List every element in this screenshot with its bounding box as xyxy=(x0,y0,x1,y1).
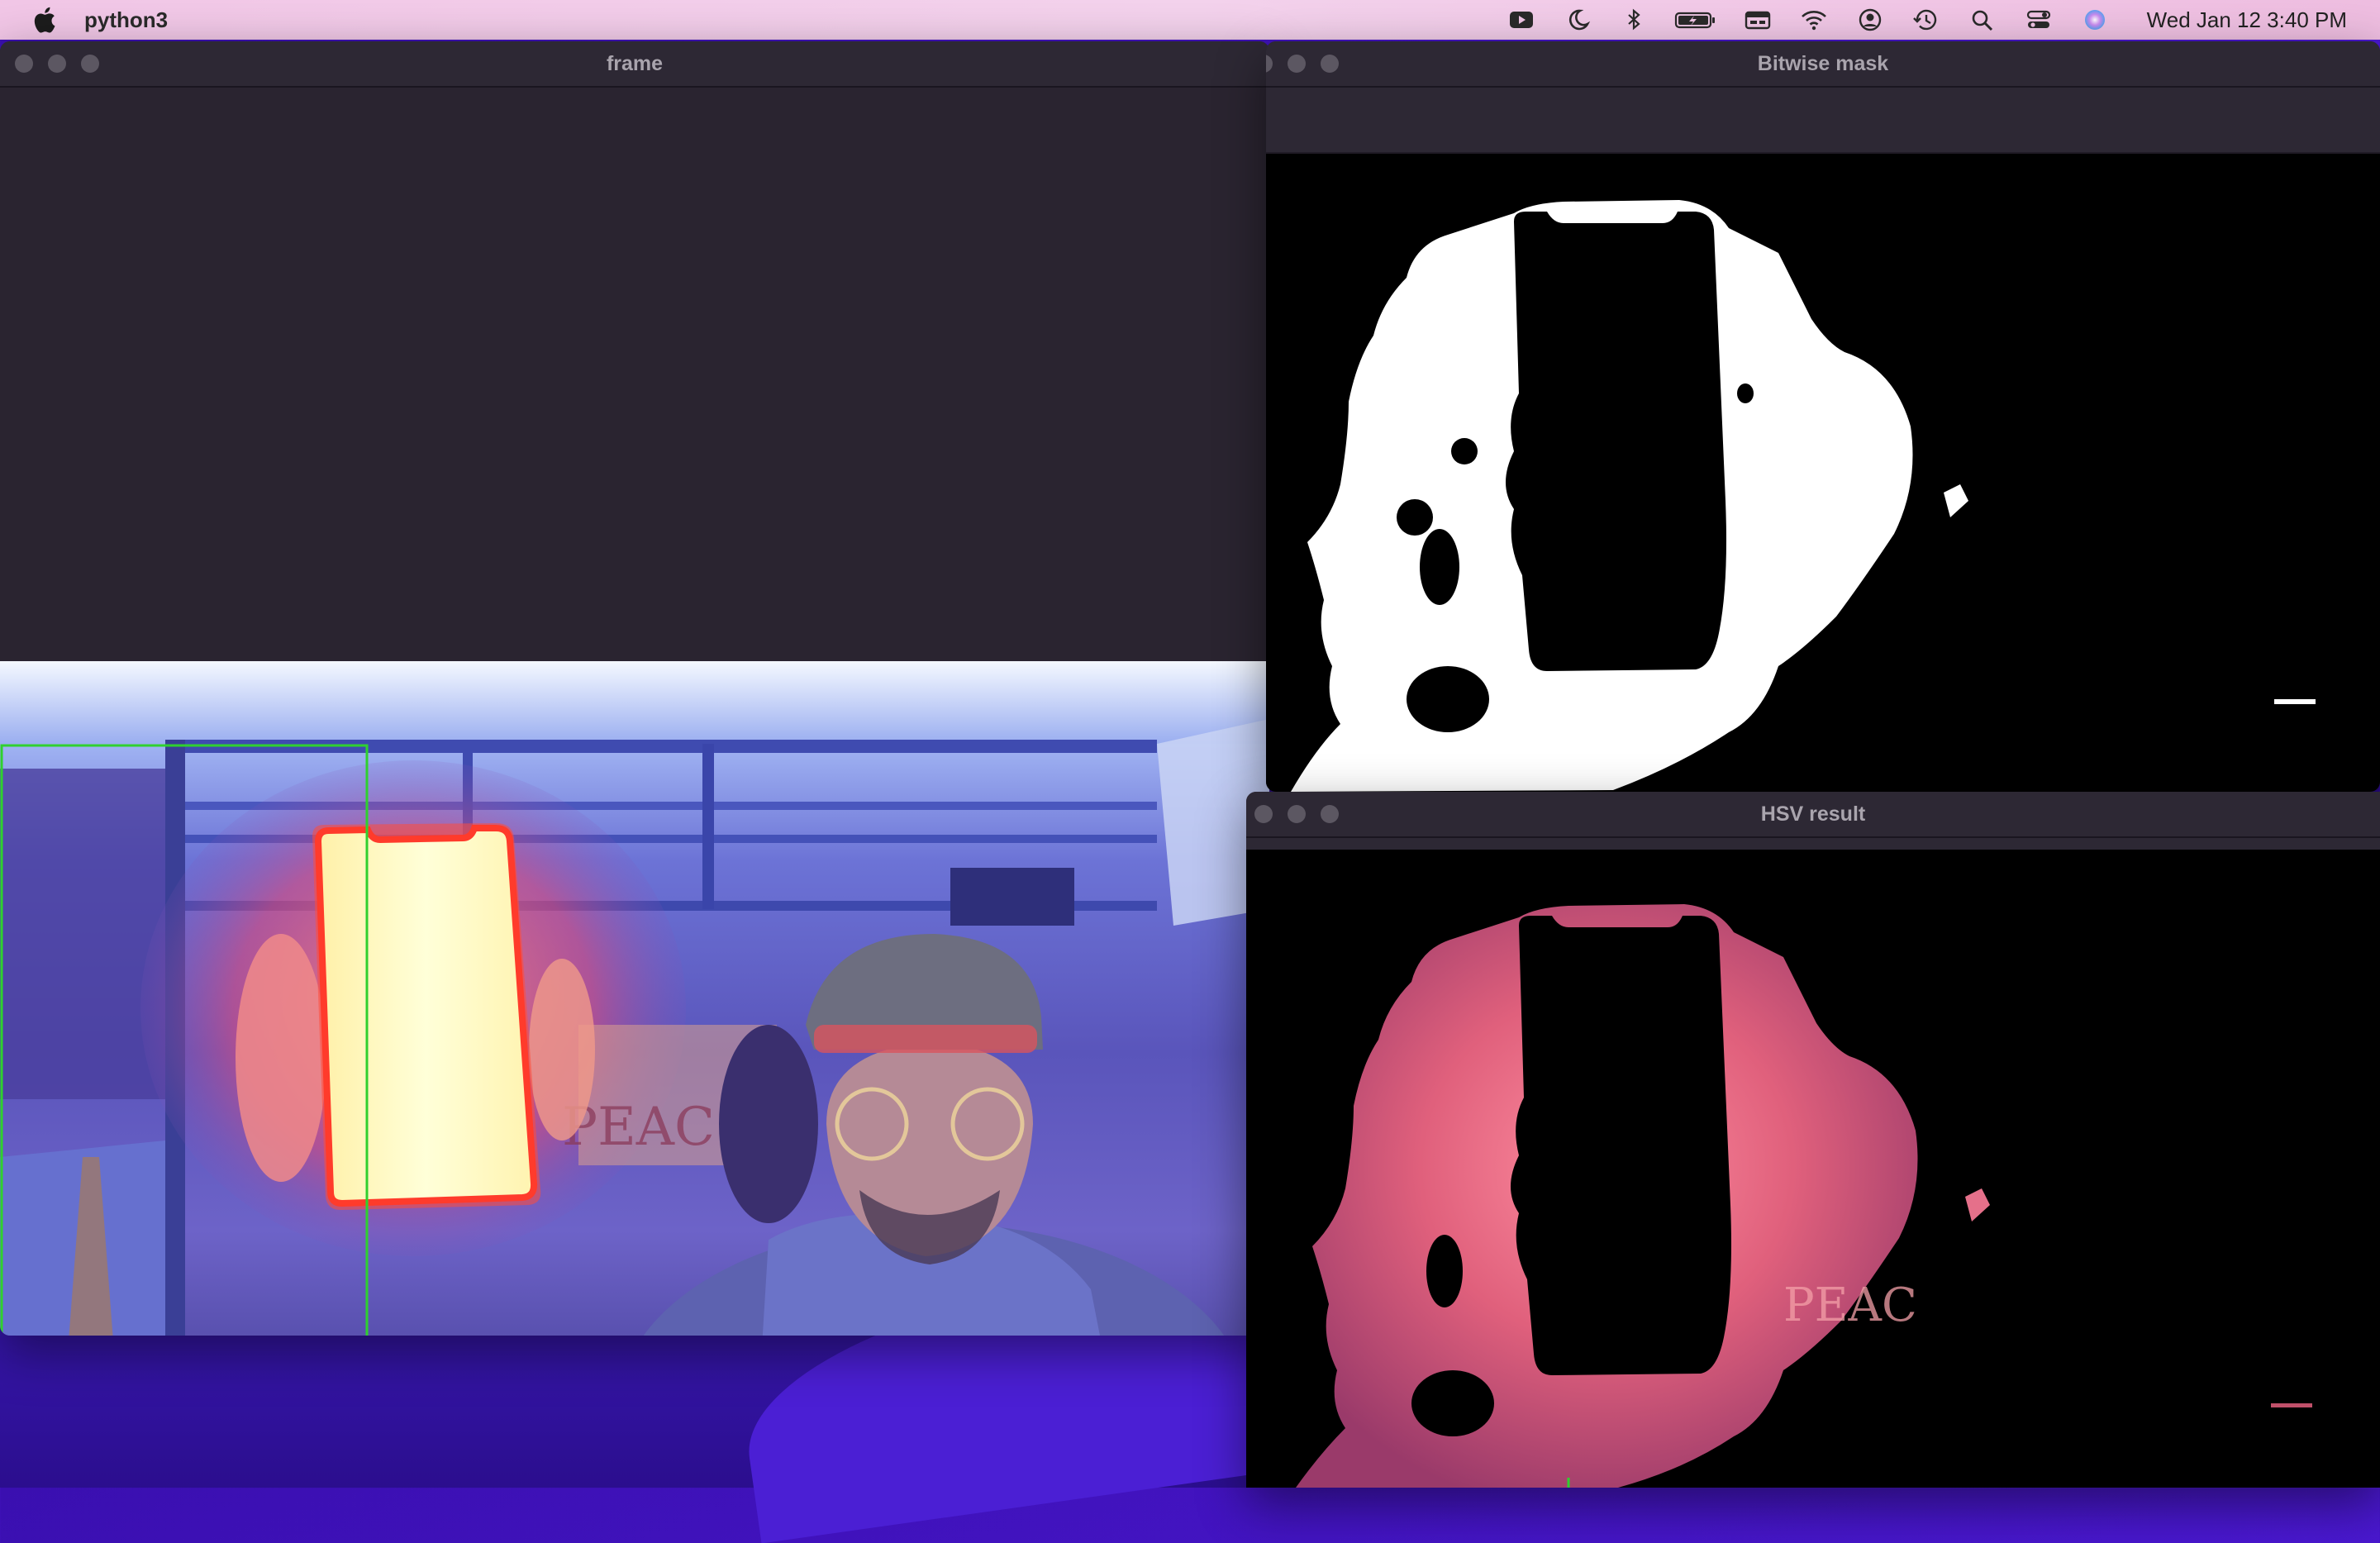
mask-blob xyxy=(1291,200,2316,792)
close-button[interactable] xyxy=(1266,55,1273,73)
keyboard-icon[interactable] xyxy=(1742,7,1773,32)
app-name-menu[interactable]: python3 xyxy=(84,7,168,33)
frame-window: frame PEAC xyxy=(0,41,1269,1336)
webcam-scene: PEAC xyxy=(0,661,1269,1336)
video-camera-icon[interactable] xyxy=(1506,7,1537,32)
minimize-button[interactable] xyxy=(1288,805,1306,823)
hsv-result-window: HSV result PEAC xyxy=(1246,792,2380,1488)
search-icon[interactable] xyxy=(1967,7,1998,32)
minimize-button[interactable] xyxy=(1288,55,1306,73)
moon-icon[interactable] xyxy=(1562,7,1593,32)
window-title: HSV result xyxy=(1760,802,1866,826)
minimize-button[interactable] xyxy=(48,55,66,73)
user-icon[interactable] xyxy=(1854,7,1886,32)
bitwise-mask-window: Bitwise mask xyxy=(1266,41,2380,792)
window-controls xyxy=(15,41,99,86)
hsv-result-titlebar[interactable]: HSV result xyxy=(1246,792,2380,838)
frame-empty-area xyxy=(0,88,1269,661)
window-controls xyxy=(1254,792,1339,836)
hsv-toolbar xyxy=(1246,838,2380,850)
bluetooth-icon[interactable] xyxy=(1618,7,1649,32)
window-controls xyxy=(1266,41,1339,86)
menu-bar: python3 Wed Jan 12 3:40 PM xyxy=(0,0,2380,40)
apple-menu-icon[interactable] xyxy=(31,6,56,34)
battery-icon[interactable] xyxy=(1674,7,1717,32)
window-title: Bitwise mask xyxy=(1757,51,1889,75)
zoom-button[interactable] xyxy=(1321,805,1339,823)
close-button[interactable] xyxy=(1254,805,1273,823)
svg-text:PEAC: PEAC xyxy=(1783,1279,1917,1332)
zoom-button[interactable] xyxy=(81,55,99,73)
bitwise-mask-image xyxy=(1266,154,2380,792)
control-center-icon[interactable] xyxy=(2023,7,2054,32)
time-machine-icon[interactable] xyxy=(1911,7,1942,32)
menubar-clock[interactable]: Wed Jan 12 3:40 PM xyxy=(2147,7,2347,33)
zoom-button[interactable] xyxy=(1321,55,1339,73)
webcam-frame-image: PEAC xyxy=(0,661,1269,1336)
close-button[interactable] xyxy=(15,55,33,73)
frame-titlebar[interactable]: frame xyxy=(0,41,1269,88)
hsv-blob: PEAC xyxy=(1296,904,2312,1488)
window-title: frame xyxy=(606,51,664,75)
hsv-result-image: PEAC xyxy=(1246,850,2380,1488)
wifi-icon[interactable] xyxy=(1798,7,1830,32)
siri-icon[interactable] xyxy=(2079,7,2111,32)
mask-toolbar xyxy=(1266,88,2380,154)
bitwise-mask-titlebar[interactable]: Bitwise mask xyxy=(1266,41,2380,88)
